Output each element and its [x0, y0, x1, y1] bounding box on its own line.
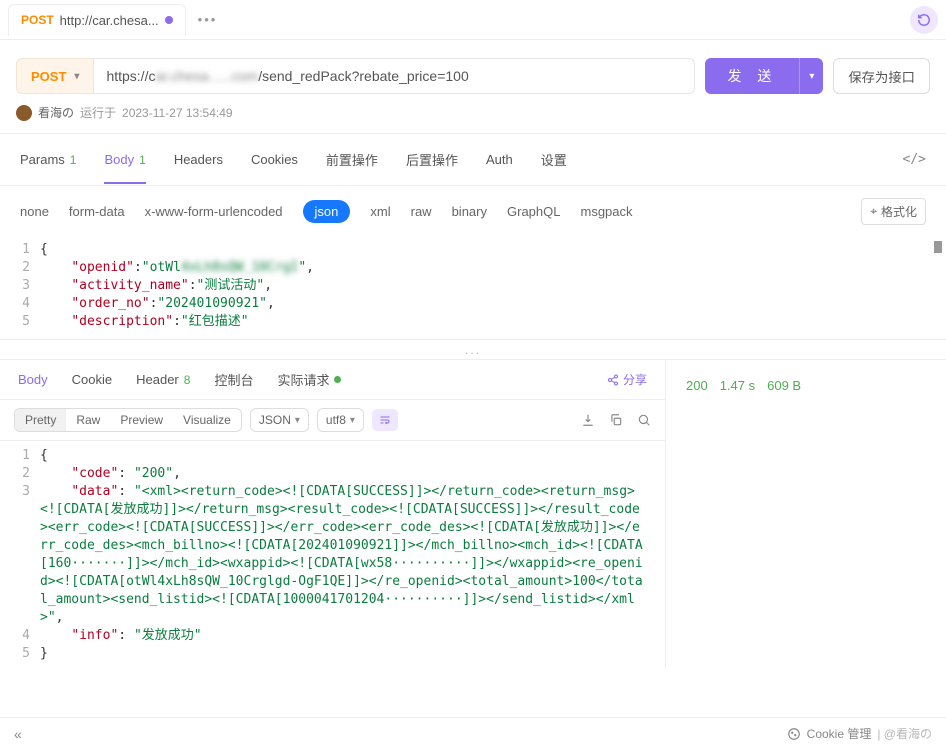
tab-pre-script[interactable]: 前置操作: [326, 144, 378, 175]
response-tab-body[interactable]: Body: [18, 372, 48, 387]
status-dot-icon: [334, 376, 341, 383]
tab-label: http://car.chesa...: [60, 13, 159, 28]
view-raw[interactable]: Raw: [66, 409, 110, 431]
encoding-select[interactable]: utf8▾: [317, 408, 364, 432]
collapse-sidebar-button[interactable]: «: [14, 726, 22, 742]
response-tab-console[interactable]: 控制台: [214, 370, 253, 389]
tab-post-script[interactable]: 后置操作: [406, 144, 458, 175]
refresh-button[interactable]: [910, 6, 938, 34]
response-tab-cookie[interactable]: Cookie: [72, 372, 112, 387]
body-type-graphql[interactable]: GraphQL: [507, 204, 560, 219]
scrollbar-thumb[interactable]: [934, 241, 942, 253]
tab-body[interactable]: Body1: [104, 146, 145, 184]
resize-handle[interactable]: ...: [0, 339, 946, 359]
send-button[interactable]: 发 送: [705, 58, 799, 94]
url-input[interactable]: https://car.chesa......com/send_redPack?…: [94, 58, 695, 94]
response-tab-header[interactable]: Header 8: [136, 372, 190, 387]
run-timestamp: 2023-11-27 13:54:49: [122, 106, 233, 120]
response-time: 1.47 s: [720, 378, 755, 393]
watermark: | @看海の: [877, 725, 932, 742]
tab-headers[interactable]: Headers: [174, 146, 223, 173]
avatar: [16, 105, 32, 121]
chevron-down-icon: ▾: [74, 71, 79, 82]
wrap-toggle[interactable]: [372, 409, 398, 431]
format-button[interactable]: ⌖ 格式化: [861, 198, 926, 225]
body-type-msgpack[interactable]: msgpack: [580, 204, 632, 219]
extract-button[interactable]: [581, 413, 595, 427]
copy-button[interactable]: [609, 413, 623, 427]
request-body-editor[interactable]: 1{ 2 "openid":"otWl4xLh8sQW_10CrgI", 3 "…: [0, 237, 946, 339]
body-type-xml[interactable]: xml: [370, 204, 390, 219]
tab-cookies[interactable]: Cookies: [251, 146, 298, 173]
tab-overflow[interactable]: •••: [186, 12, 230, 27]
cookie-icon: [787, 727, 801, 741]
view-preview[interactable]: Preview: [110, 409, 173, 431]
wrap-icon: [378, 414, 392, 426]
user-name: 看海の: [38, 104, 74, 121]
response-body-viewer[interactable]: 1{ 2 "code": "200", 3 "data": "<xml><ret…: [0, 441, 665, 669]
share-icon: [607, 374, 619, 386]
response-stats: 200 1.47 s 609 B: [686, 378, 926, 393]
code-snippet-icon[interactable]: </>: [903, 152, 926, 167]
search-icon: [637, 413, 651, 427]
chevron-down-icon: ▾: [350, 415, 355, 426]
body-type-binary[interactable]: binary: [452, 204, 487, 219]
save-as-button[interactable]: 保存为接口: [833, 58, 930, 94]
chevron-down-icon: ▾: [295, 415, 300, 426]
request-tab[interactable]: POST http://car.chesa...: [8, 4, 186, 36]
response-tab-actual[interactable]: 实际请求: [277, 370, 341, 389]
unsaved-dot-icon: [165, 16, 173, 24]
copy-icon: [609, 413, 623, 427]
body-type-raw[interactable]: raw: [411, 204, 432, 219]
view-visualize[interactable]: Visualize: [173, 409, 241, 431]
chevron-down-icon: ▾: [809, 71, 814, 82]
status-code: 200: [686, 378, 708, 393]
body-type-form-data[interactable]: form-data: [69, 204, 125, 219]
tab-method: POST: [21, 13, 54, 27]
view-mode-segment: Pretty Raw Preview Visualize: [14, 408, 242, 432]
send-dropdown[interactable]: ▾: [799, 58, 823, 94]
download-icon: [581, 413, 595, 427]
view-pretty[interactable]: Pretty: [15, 409, 66, 431]
body-type-json[interactable]: json: [303, 200, 351, 223]
format-select[interactable]: JSON▾: [250, 408, 309, 432]
body-type-x-www-form[interactable]: x-www-form-urlencoded: [145, 204, 283, 219]
share-button[interactable]: 分享: [607, 371, 647, 388]
search-button[interactable]: [637, 413, 651, 427]
run-label: 运行于: [80, 104, 116, 121]
wand-icon: ⌖: [870, 204, 877, 219]
method-select[interactable]: POST ▾: [16, 58, 94, 94]
tab-settings[interactable]: 设置: [541, 144, 567, 175]
tab-auth[interactable]: Auth: [486, 146, 513, 173]
refresh-icon: [917, 13, 931, 27]
response-size: 609 B: [767, 378, 801, 393]
tab-params[interactable]: Params1: [20, 146, 76, 173]
cookie-manager-link[interactable]: Cookie 管理: [807, 725, 872, 742]
body-type-none[interactable]: none: [20, 204, 49, 219]
